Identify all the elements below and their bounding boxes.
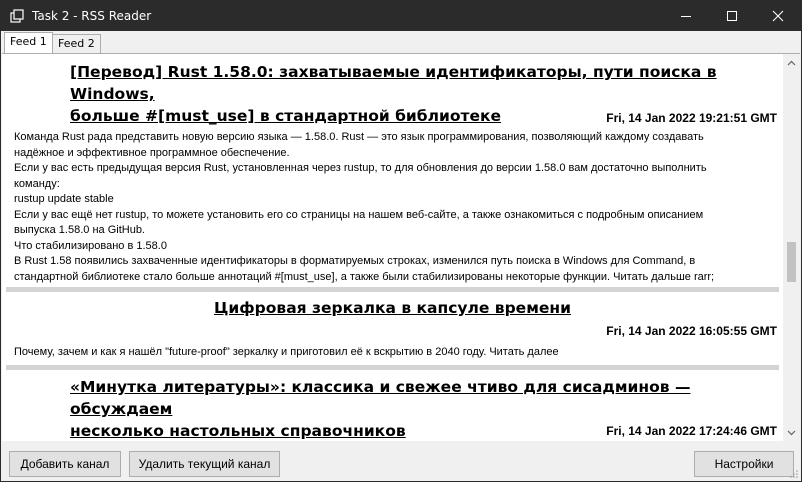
chevron-up-icon (787, 60, 796, 65)
article-title-line: «Минутка литературы»: классика и свежее … (70, 378, 691, 418)
settings-button[interactable]: Настройки (694, 451, 794, 477)
article-body: Почему, зачем и как я нашёл "future-proo… (14, 345, 776, 361)
article-separator (6, 287, 779, 292)
article-body-line: Почему, зачем и как я нашёл "future-proo… (14, 346, 559, 358)
article-body-line: rustup update stable (14, 193, 114, 205)
app-icon (10, 9, 24, 23)
article-separator (6, 365, 779, 370)
add-feed-button[interactable]: Добавить канал (9, 451, 121, 477)
article-body-line: надёжное и эффективное программное обесп… (14, 146, 290, 159)
article-body-line: стандартной библиотеке стало больше анно… (14, 270, 715, 283)
article-body-line: выпуска 1.58.0 на GitHub. (14, 224, 145, 236)
tab-feed-2[interactable]: Feed 2 (52, 34, 101, 53)
article-date: Fri, 14 Jan 2022 16:05:55 GMT (606, 324, 777, 338)
feed-content: [Перевод] Rust 1.58.0: захватываемые иде… (2, 53, 800, 441)
maximize-button[interactable] (709, 1, 755, 31)
article-title-link[interactable]: Цифровая зеркалка в капсуле времени (2, 297, 783, 319)
resize-grip-icon[interactable] (789, 469, 799, 479)
article-title-line: [Перевод] Rust 1.58.0: захватываемые иде… (70, 63, 717, 103)
article-body-line: Если у вас ещё нет rustup, то можете уст… (14, 208, 704, 221)
window-title: Task 2 - RSS Reader (32, 9, 152, 23)
article-body-line: команду: (14, 177, 60, 190)
scroll-down-button[interactable] (783, 424, 800, 441)
article-list[interactable]: [Перевод] Rust 1.58.0: захватываемые иде… (2, 54, 783, 441)
article-body-line: Если у вас есть предыдущая версия Rust, … (14, 162, 707, 174)
chevron-down-icon (787, 430, 796, 435)
bottom-toolbar: Добавить канал Удалить текущий канал Нас… (1, 441, 801, 481)
article-date: Fri, 14 Jan 2022 17:24:46 GMT (606, 424, 777, 438)
minimize-icon (681, 16, 691, 17)
close-button[interactable] (755, 1, 801, 31)
minimize-button[interactable] (663, 1, 709, 31)
maximize-icon (727, 11, 737, 21)
scroll-up-button[interactable] (783, 54, 800, 71)
article-body-line: В Rust 1.58 появились захваченные иденти… (14, 255, 696, 267)
article-body-line: Что стабилизировано в 1.58.0 (14, 239, 167, 252)
article-body: Команда Rust рада представить новую верс… (14, 130, 776, 285)
vertical-scrollbar[interactable] (783, 54, 800, 441)
article-body-line: Команда Rust рада представить новую верс… (14, 131, 704, 143)
article-title-line: Цифровая зеркалка в капсуле времени (214, 299, 571, 317)
title-bar[interactable]: Task 2 - RSS Reader (1, 1, 801, 31)
feed-tabstrip: Feed 1 Feed 2 (1, 31, 801, 53)
tab-feed-1[interactable]: Feed 1 (4, 32, 53, 53)
close-icon (772, 10, 784, 22)
remove-feed-button[interactable]: Удалить текущий канал (129, 451, 280, 477)
scroll-thumb[interactable] (787, 242, 796, 282)
article-date: Fri, 14 Jan 2022 19:21:51 GMT (606, 111, 777, 125)
app-window: Task 2 - RSS Reader Feed 1 Feed 2 [Перев… (0, 0, 802, 482)
